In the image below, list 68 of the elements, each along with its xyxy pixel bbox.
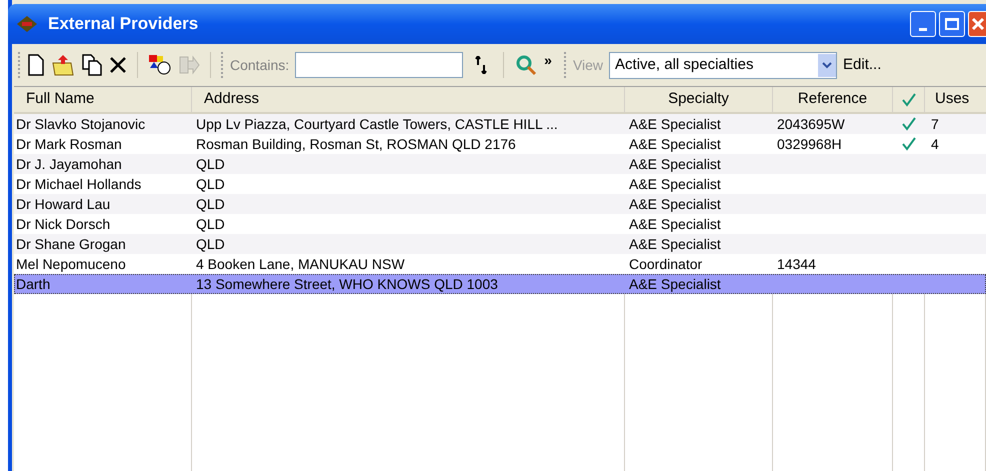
table-row[interactable]: Dr Slavko Stojanovic Upp Lv Piazza, Courtyard Castle Towers, CASTLE HILL ... A&E Specialist 2043695W 7 [14,114,986,134]
table-cell: Dr Shane Grogan [16,236,126,252]
column-header[interactable]: Address [192,87,625,112]
table-cell: 14344 [777,256,816,272]
table-cell: A&E Specialist [629,156,721,172]
find-icon[interactable] [514,54,538,76]
table-cell: A&E Specialist [629,136,721,152]
minimize-button[interactable] [910,11,936,37]
table-cell: QLD [196,236,225,252]
table-cell: Dr Howard Lau [16,196,110,212]
column-header[interactable]: Reference [773,87,893,112]
table-cell: 4 [931,136,939,152]
table-cell: A&E Specialist [629,196,721,212]
checkmark-icon [900,92,916,106]
refresh-icon[interactable] [475,56,488,74]
close-icon [970,17,984,31]
table-cell: 2043695W [777,116,845,132]
table-row[interactable]: Dr Howard Lau QLD A&E Specialist [14,194,986,214]
chevron-down-icon [822,62,832,68]
table-row[interactable]: Darth 13 Somewhere Street, WHO KNOWS QLD 1003 A&E Specialist [14,274,986,294]
table-cell: 7 [931,116,939,132]
table-row[interactable]: Dr Shane Grogan QLD A&E Specialist [14,234,986,254]
app-icon [16,15,38,33]
view-dropdown[interactable]: Active, all specialties [609,52,838,78]
column-header[interactable]: Full Name [14,87,192,112]
table-cell: QLD [196,216,225,232]
copy-icon[interactable] [81,54,103,76]
merge-icon[interactable] [148,54,172,76]
close-button[interactable] [968,11,986,37]
table-cell: Dr J. Jayamohan [16,156,122,172]
table-cell: 0329968H [777,136,842,152]
table-cell: Dr Slavko Stojanovic [16,116,146,132]
table-cell: Dr Michael Hollands [16,176,142,192]
table-cell: Dr Nick Dorsch [16,216,110,232]
table-cell: A&E Specialist [629,116,721,132]
table-cell: Coordinator [629,256,702,272]
table-cell: A&E Specialist [629,176,721,192]
table-cell: QLD [196,156,225,172]
contains-label: Contains: [230,56,290,74]
window-title: External Providers [48,13,198,36]
table-cell: QLD [196,196,225,212]
table-cell: A&E Specialist [629,276,721,292]
folder-icon[interactable] [51,54,75,76]
table-cell: 13 Somewhere Street, WHO KNOWS QLD 1003 [196,276,498,292]
maximize-button[interactable] [939,11,965,37]
delete-icon[interactable] [109,56,127,74]
column-header[interactable]: Uses [925,87,986,112]
table-cell: Mel Nepomuceno [16,256,126,272]
column-header[interactable]: Specialty [625,87,773,112]
table-cell: QLD [196,176,225,192]
table-row[interactable]: Dr Mark Rosman Rosman Building, Rosman St, ROSMAN QLD 2176 A&E Specialist 0329968H 4 [14,134,986,154]
table-cell: 4 Booken Lane, MANUKAU NSW [196,256,405,272]
table-row[interactable]: Mel Nepomuceno 4 Booken Lane, MANUKAU NSW Coordinator 14344 [14,254,986,274]
table-cell: Darth [16,276,50,292]
view-label: View [572,56,604,74]
table-row[interactable]: Dr Michael Hollands QLD A&E Specialist [14,174,986,194]
new-document-icon[interactable] [27,54,45,76]
table-cell: Upp Lv Piazza, Courtyard Castle Towers, CASTLE HILL ... [196,116,558,132]
search-field[interactable] [295,52,464,78]
table-cell: A&E Specialist [629,216,721,232]
table-cell: Dr Mark Rosman [16,136,122,152]
table-row[interactable]: Dr Nick Dorsch QLD A&E Specialist [14,214,986,234]
overflow-chevron[interactable]: » [544,50,552,71]
table-row[interactable]: Dr J. Jayamohan QLD A&E Specialist [14,154,986,174]
edit-button[interactable]: Edit... [843,54,882,76]
table-cell: Rosman Building, Rosman St, ROSMAN QLD 2176 [196,136,516,152]
export-icon [178,55,200,75]
table-cell: A&E Specialist [629,236,721,252]
